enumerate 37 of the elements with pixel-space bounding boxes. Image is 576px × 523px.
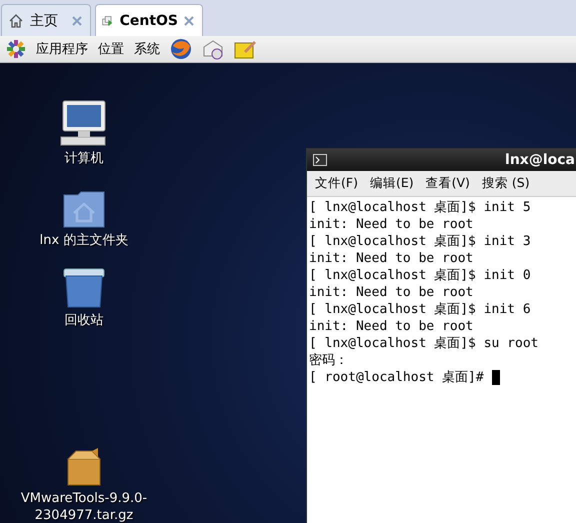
panel-menu-item[interactable]: 应用程序 xyxy=(36,40,88,58)
notepad-pencil-icon[interactable] xyxy=(234,39,256,59)
terminal-menu-item[interactable]: 查看(V) xyxy=(426,175,470,192)
terminal-line: init: Need to be root xyxy=(309,216,474,233)
panel-menu-item[interactable]: 位置 xyxy=(98,40,124,58)
terminal-line: init: Need to be root xyxy=(309,284,474,301)
trash-icon[interactable] xyxy=(62,267,106,309)
terminal-line: 密码： xyxy=(309,352,348,369)
computer-icon[interactable] xyxy=(60,99,108,147)
desktop-icon-label[interactable]: VMwareTools-9.9.0-2304977.tar.gz xyxy=(14,490,154,523)
text-cursor xyxy=(492,370,500,385)
terminal-menu-item[interactable]: 搜索 (S) xyxy=(482,175,530,192)
mail-clock-icon[interactable] xyxy=(202,38,224,60)
close-icon[interactable] xyxy=(184,16,194,26)
desktop-icon-label[interactable]: lnx 的主文件夹 xyxy=(14,232,154,249)
terminal-line: [ lnx@localhost 桌面]$ init 5 xyxy=(309,199,531,216)
terminal-line: [ root@localhost 桌面]# xyxy=(309,369,485,386)
terminal-line: init: Need to be root xyxy=(309,318,474,335)
panel-menu-item[interactable]: 系统 xyxy=(134,40,160,58)
house-icon xyxy=(8,12,24,28)
terminal-line: [ lnx@localhost 桌面]$ su root xyxy=(309,335,538,352)
browser-globe-icon[interactable] xyxy=(170,38,192,60)
flower-logo-icon[interactable] xyxy=(6,39,26,59)
desktop-icon-label[interactable]: 回收站 xyxy=(14,312,154,329)
tab[interactable]: CentOS xyxy=(95,4,203,36)
home-folder-icon[interactable] xyxy=(62,189,106,229)
terminal-line: [ lnx@localhost 桌面]$ init 3 xyxy=(309,233,531,250)
terminal-line: init: Need to be root xyxy=(309,250,474,267)
desktop-icon-label[interactable]: 计算机 xyxy=(14,150,154,167)
terminal-line: [ lnx@localhost 桌面]$ init 0 xyxy=(309,267,531,284)
terminal-line: [ lnx@localhost 桌面]$ init 6 xyxy=(309,301,531,318)
tab[interactable]: 主页 xyxy=(1,4,91,36)
terminal-menu-item[interactable]: 文件(F) xyxy=(315,175,358,192)
terminal-icon xyxy=(313,154,327,166)
box-icon[interactable] xyxy=(66,447,102,487)
window-title: lnx@loca xyxy=(505,152,575,168)
terminal-menu-item[interactable]: 编辑(E) xyxy=(370,175,414,192)
